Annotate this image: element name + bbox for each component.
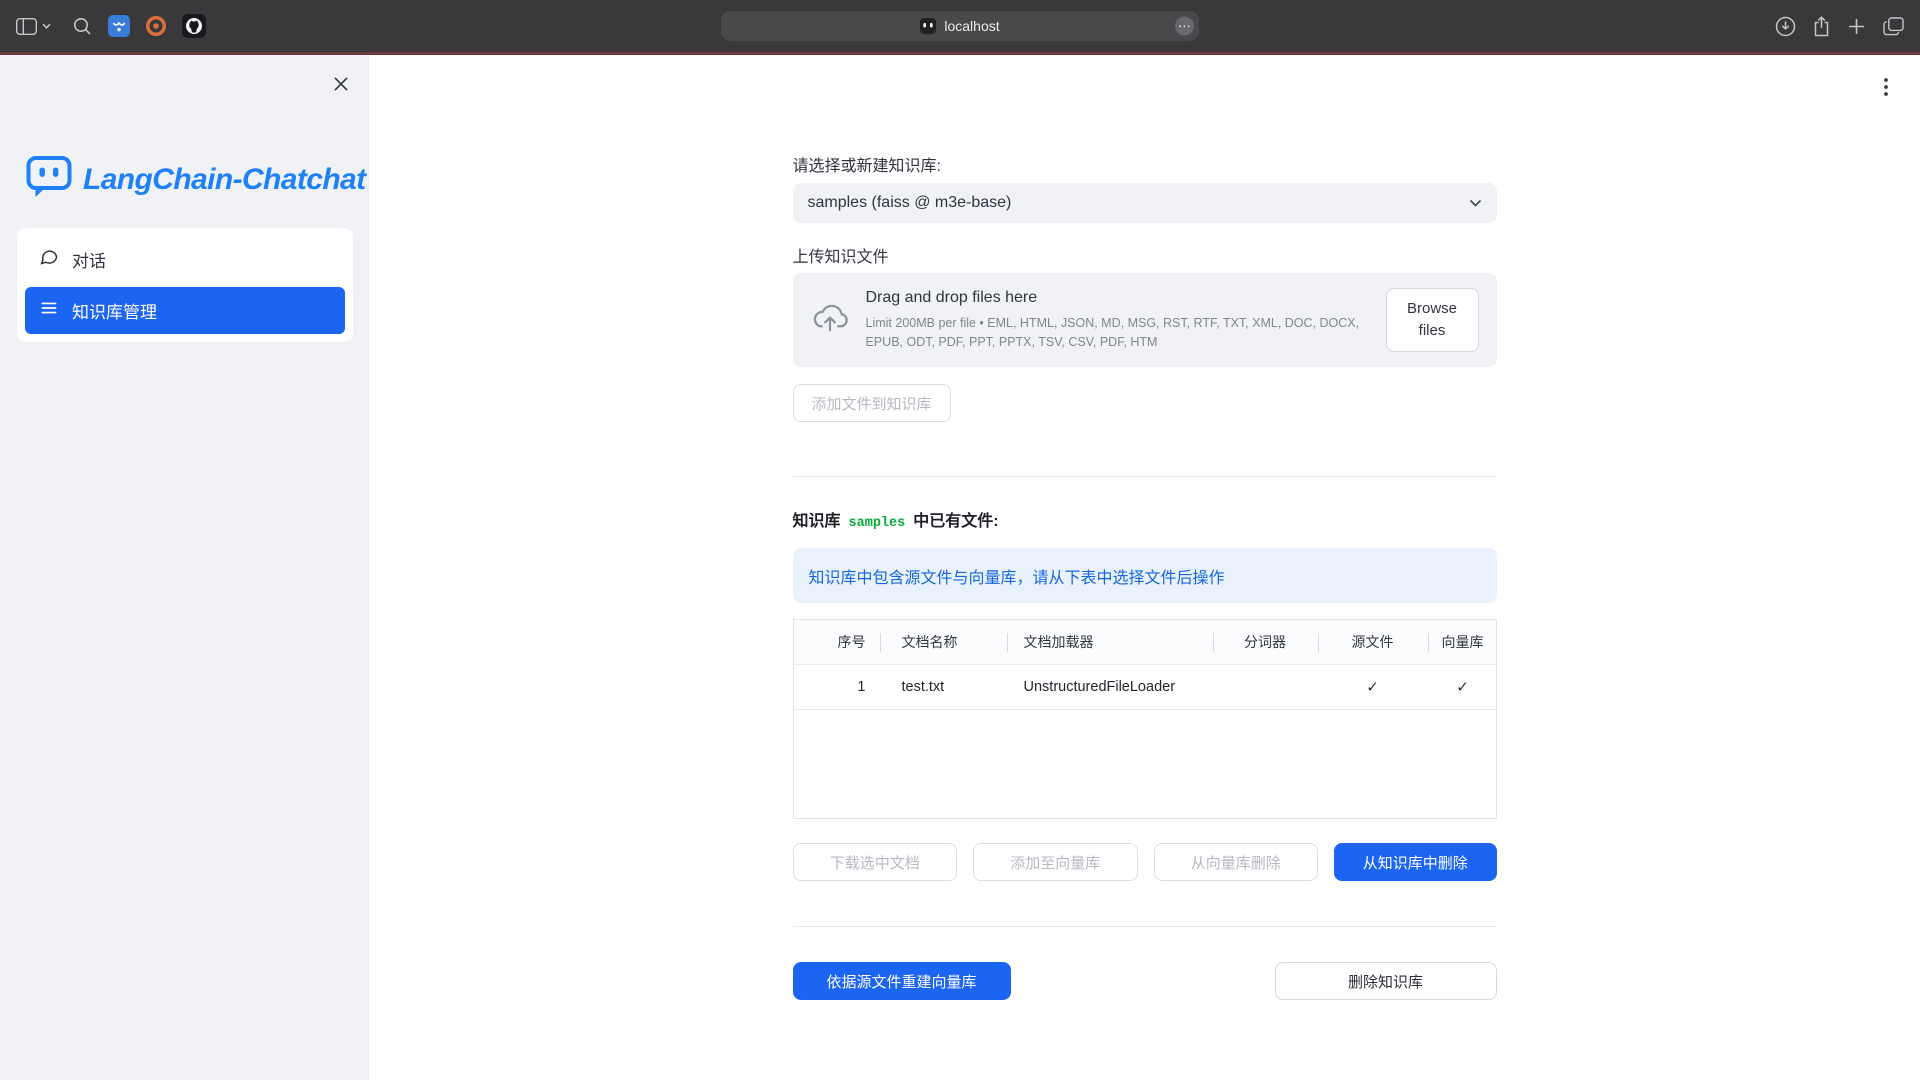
- list-icon: [39, 298, 59, 323]
- kb-files-heading: 知识库 samples 中已有文件:: [793, 507, 1497, 531]
- col-header-loader[interactable]: 文档加载器: [1007, 620, 1213, 664]
- chevron-down-icon: [1469, 194, 1482, 212]
- file-action-buttons: 下载选中文档 添加至向量库 从向量库删除 从知识库中删除: [793, 843, 1497, 881]
- dropzone-limits: Limit 200MB per file • EML, HTML, JSON, …: [866, 314, 1369, 352]
- download-selected-button[interactable]: 下载选中文档: [793, 843, 958, 881]
- cell-index: 1: [794, 665, 880, 709]
- downloads-icon[interactable]: [1775, 16, 1796, 37]
- table-header-row: 序号 文档名称 文档加载器 分词器 源文件 向量库: [794, 620, 1496, 665]
- site-favicon: [920, 18, 936, 34]
- cell-vector-store: ✓: [1428, 665, 1498, 709]
- sidebar-toggle-button[interactable]: [16, 18, 51, 35]
- delete-kb-button[interactable]: 删除知识库: [1275, 962, 1497, 1000]
- chevron-down-icon: [42, 23, 51, 29]
- kb-name-code: samples: [849, 516, 906, 531]
- app-menu-icon[interactable]: [1874, 75, 1898, 99]
- table-empty-area: [794, 710, 1496, 818]
- sidebar-item-label: 对话: [72, 247, 106, 272]
- logo-chat-icon: [26, 155, 72, 204]
- app-logo: LangChain-Chatchat: [26, 155, 369, 204]
- sidebar-toggle-icon: [16, 18, 37, 35]
- add-files-button[interactable]: 添加文件到知识库: [793, 384, 951, 422]
- info-banner: 知识库中包含源文件与向量库，请从下表中选择文件后操作: [793, 548, 1497, 603]
- table-row[interactable]: 1 test.txt UnstructuredFileLoader ✓ ✓: [794, 665, 1496, 710]
- extension-icons: [108, 14, 206, 38]
- delete-from-kb-button[interactable]: 从知识库中删除: [1334, 843, 1497, 881]
- divider: [793, 476, 1497, 477]
- sidebar: LangChain-Chatchat 对话 知识库管理: [0, 55, 369, 1080]
- add-to-vector-store-button[interactable]: 添加至向量库: [973, 843, 1138, 881]
- cell-loader: UnstructuredFileLoader: [1007, 665, 1213, 709]
- cell-filename: test.txt: [880, 665, 1007, 709]
- heading-suffix: 中已有文件:: [913, 507, 998, 531]
- file-dropzone[interactable]: Drag and drop files here Limit 200MB per…: [793, 273, 1497, 367]
- browse-files-button[interactable]: Browse files: [1386, 288, 1479, 352]
- chat-bubble-icon: [39, 247, 59, 272]
- extension-blue-icon[interactable]: [108, 15, 130, 37]
- kb-files-table: 序号 文档名称 文档加载器 分词器 源文件 向量库 1 test.txt Uns…: [793, 619, 1497, 819]
- extension-orange-icon[interactable]: [145, 15, 167, 37]
- divider: [793, 926, 1497, 927]
- search-icon[interactable]: [73, 17, 92, 36]
- browser-toolbar: localhost ⋯: [0, 0, 1920, 52]
- address-text: localhost: [944, 18, 999, 34]
- kb-select-label: 请选择或新建知识库:: [793, 152, 1497, 176]
- share-icon[interactable]: [1813, 16, 1830, 37]
- col-header-filename[interactable]: 文档名称: [880, 620, 1007, 664]
- page-settings-icon[interactable]: ⋯: [1175, 17, 1194, 36]
- dropzone-title: Drag and drop files here: [866, 289, 1369, 307]
- col-header-index[interactable]: 序号: [794, 620, 880, 664]
- tab-overview-icon[interactable]: [1883, 17, 1904, 36]
- cloud-upload-icon: [811, 304, 849, 337]
- kb-management-buttons: 依据源文件重建向量库 删除知识库: [793, 962, 1497, 1000]
- col-header-vector-store[interactable]: 向量库: [1428, 620, 1498, 664]
- extension-github-icon[interactable]: [182, 14, 206, 38]
- rebuild-vector-store-button[interactable]: 依据源文件重建向量库: [793, 962, 1011, 1000]
- kb-select-value: samples (faiss @ m3e-base): [808, 194, 1012, 212]
- sidebar-close-button[interactable]: [329, 72, 353, 96]
- remove-from-vector-store-button[interactable]: 从向量库删除: [1154, 843, 1319, 881]
- sidebar-nav: 对话 知识库管理: [17, 228, 353, 342]
- heading-prefix: 知识库: [793, 507, 841, 531]
- main-content: 请选择或新建知识库: samples (faiss @ m3e-base) 上传…: [369, 55, 1920, 1080]
- col-header-splitter[interactable]: 分词器: [1213, 620, 1318, 664]
- kb-select[interactable]: samples (faiss @ m3e-base): [793, 183, 1497, 223]
- col-header-source-file[interactable]: 源文件: [1318, 620, 1428, 664]
- info-text: 知识库中包含源文件与向量库，请从下表中选择文件后操作: [809, 564, 1225, 588]
- upload-label: 上传知识文件: [793, 243, 1497, 267]
- cell-source-file: ✓: [1318, 665, 1428, 709]
- address-bar[interactable]: localhost ⋯: [721, 11, 1199, 41]
- sidebar-item-label: 知识库管理: [72, 298, 157, 323]
- logo-text: LangChain-Chatchat: [83, 163, 366, 197]
- cell-splitter: [1213, 665, 1318, 709]
- new-tab-icon[interactable]: [1847, 17, 1866, 36]
- sidebar-item-dialogue[interactable]: 对话: [25, 236, 345, 283]
- sidebar-item-knowledge-base[interactable]: 知识库管理: [25, 287, 345, 334]
